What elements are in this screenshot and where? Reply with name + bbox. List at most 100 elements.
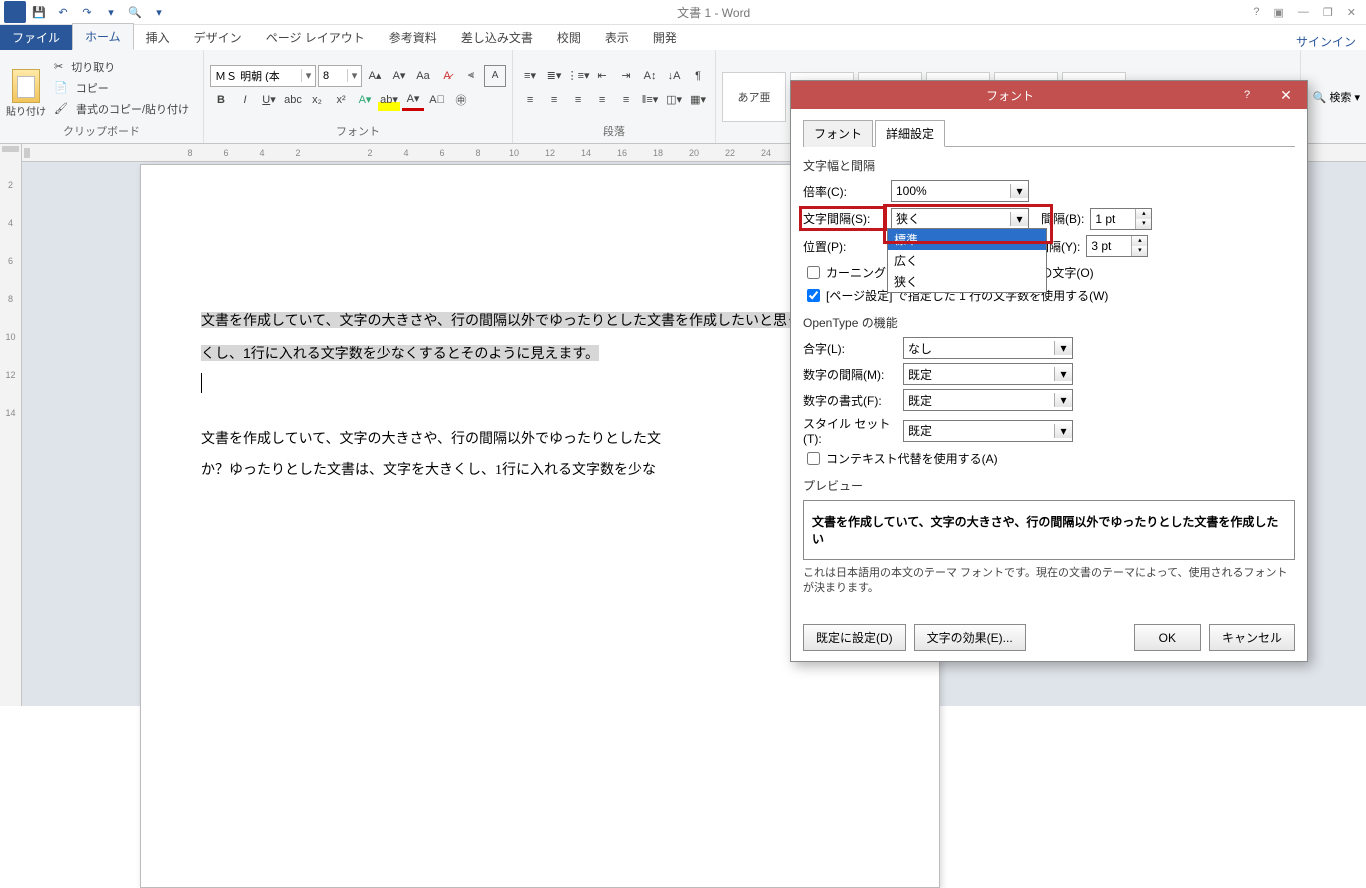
help-icon[interactable]: ? [1253,6,1259,19]
stylistic-sets-combo[interactable]: ▾ [903,420,1073,442]
format-painter-button[interactable]: 🖌 書式のコピー/貼り付け [50,99,197,119]
tab-file[interactable]: ファイル [0,25,72,50]
maximize-icon[interactable]: ❐ [1323,6,1333,19]
tab-mailings[interactable]: 差し込み文書 [449,25,545,50]
tab-references[interactable]: 参考資料 [377,25,449,50]
grid-checkbox[interactable] [807,289,820,302]
tab-insert[interactable]: 挿入 [134,25,182,50]
number-forms-input[interactable] [904,393,1054,407]
dropdown-option-standard[interactable]: 標準 [888,229,1046,250]
justify-icon[interactable]: ≡ [591,89,613,111]
number-spacing-input[interactable] [904,367,1054,381]
spin-down-icon[interactable]: ▾ [1132,246,1147,256]
spin-up-icon[interactable]: ▴ [1136,209,1151,219]
sort-icon[interactable]: ↓A [663,65,685,87]
chevron-down-icon[interactable]: ▾ [1054,367,1072,381]
chevron-down-icon[interactable]: ▾ [1054,341,1072,355]
font-size-input[interactable] [319,70,347,82]
tab-design[interactable]: デザイン [182,25,254,50]
font-size-combo[interactable]: ▾ [318,65,362,87]
redo-icon[interactable]: ↷ [76,1,98,23]
dialog-help-icon[interactable]: ? [1229,89,1265,101]
style-item[interactable]: あア亜 [722,72,786,122]
char-border-icon[interactable]: A [484,65,506,87]
save-icon[interactable]: 💾 [28,1,50,23]
set-default-button[interactable]: 既定に設定(D) [803,624,906,651]
paste-button[interactable]: 貼り付け [6,58,46,118]
decrease-indent-icon[interactable]: ⇤ [591,65,613,87]
scale-combo[interactable]: ▾ [891,180,1029,202]
dropdown-option-wide[interactable]: 広く [888,250,1046,271]
copy-button[interactable]: 📄 コピー [50,78,197,98]
font-name-input[interactable] [211,70,301,82]
distribute-icon[interactable]: ≡ [615,89,637,111]
dialog-tab-advanced[interactable]: 詳細設定 [875,120,945,147]
tab-layout[interactable]: ページ レイアウト [254,25,377,50]
spacing-combo[interactable]: ▾ [891,208,1029,230]
text-direction-icon[interactable]: A↕ [639,65,661,87]
ok-button[interactable]: OK [1134,624,1201,651]
underline-icon[interactable]: U▾ [258,89,280,111]
scale-input[interactable] [892,184,1010,198]
chevron-down-icon[interactable]: ▾ [1010,184,1028,198]
cancel-button[interactable]: キャンセル [1209,624,1295,651]
tab-review[interactable]: 校閲 [545,25,593,50]
chevron-down-icon[interactable]: ▾ [1054,393,1072,407]
spin-down-icon[interactable]: ▾ [1136,219,1151,229]
chevron-down-icon[interactable]: ▾ [1010,212,1028,226]
increase-indent-icon[interactable]: ⇥ [615,65,637,87]
touch-mode-icon[interactable]: 🔍 [124,1,146,23]
position-by-input[interactable] [1087,239,1131,253]
text-effects-icon[interactable]: A▾ [354,89,376,111]
tab-home[interactable]: ホーム [72,23,134,50]
italic-icon[interactable]: I [234,89,256,111]
number-spacing-combo[interactable]: ▾ [903,363,1073,385]
cut-button[interactable]: ✂ 切り取り [50,57,197,77]
subscript-icon[interactable]: x₂ [306,89,328,111]
multilevel-icon[interactable]: ⋮≡▾ [567,65,589,87]
minimize-icon[interactable]: — [1298,6,1309,19]
superscript-icon[interactable]: x² [330,89,352,111]
spacing-input[interactable] [892,212,1010,226]
number-forms-combo[interactable]: ▾ [903,389,1073,411]
spacing-dropdown-list[interactable]: 標準 広く 狭く [887,228,1047,293]
stylistic-sets-input[interactable] [904,424,1054,438]
sign-in-link[interactable]: サインイン [1296,33,1366,50]
chevron-down-icon[interactable]: ▾ [347,69,361,82]
qat-more2-icon[interactable]: ▾ [148,1,170,23]
numbering-icon[interactable]: ≣▾ [543,65,565,87]
phonetic-guide-icon[interactable]: ⫷ [460,65,482,87]
ribbon-display-icon[interactable]: ▣ [1274,6,1284,19]
line-spacing-icon[interactable]: ‖≡▾ [639,89,661,111]
bold-icon[interactable]: B [210,89,232,111]
shading-icon[interactable]: ◫▾ [663,89,685,111]
contextual-alts-checkbox[interactable] [807,452,820,465]
align-left-icon[interactable]: ≡ [519,89,541,111]
spacing-by-input[interactable] [1091,212,1135,226]
align-right-icon[interactable]: ≡ [567,89,589,111]
dropdown-option-narrow[interactable]: 狭く [888,271,1046,292]
font-color-icon[interactable]: A▾ [402,89,424,111]
spin-up-icon[interactable]: ▴ [1132,236,1147,246]
strike-icon[interactable]: abc [282,89,304,111]
font-name-combo[interactable]: ▾ [210,65,316,87]
find-button[interactable]: 🔍 検索 ▾ [1313,89,1360,105]
dialog-tab-font[interactable]: フォント [803,120,873,147]
undo-icon[interactable]: ↶ [52,1,74,23]
grow-font-icon[interactable]: A▴ [364,65,386,87]
change-case-icon[interactable]: Aa [412,65,434,87]
spacing-by-spinner[interactable]: ▴▾ [1090,208,1152,230]
position-by-spinner[interactable]: ▴▾ [1086,235,1148,257]
selected-text[interactable]: 文書を作成していて、文字の大きさや、行の間隔以外でゆったりとした文書を作成したい… [201,312,815,328]
align-center-icon[interactable]: ≡ [543,89,565,111]
dialog-close-icon[interactable]: ✕ [1265,81,1307,109]
tab-developer[interactable]: 開発 [641,25,689,50]
borders-icon[interactable]: ▦▾ [687,89,709,111]
char-shading-icon[interactable]: A⃞ [426,89,448,111]
shrink-font-icon[interactable]: A▾ [388,65,410,87]
chevron-down-icon[interactable]: ▾ [301,69,315,82]
chevron-down-icon[interactable]: ▾ [1054,424,1072,438]
qat-more-icon[interactable]: ▾ [100,1,122,23]
ligatures-combo[interactable]: ▾ [903,337,1073,359]
close-icon[interactable]: ✕ [1347,6,1356,19]
